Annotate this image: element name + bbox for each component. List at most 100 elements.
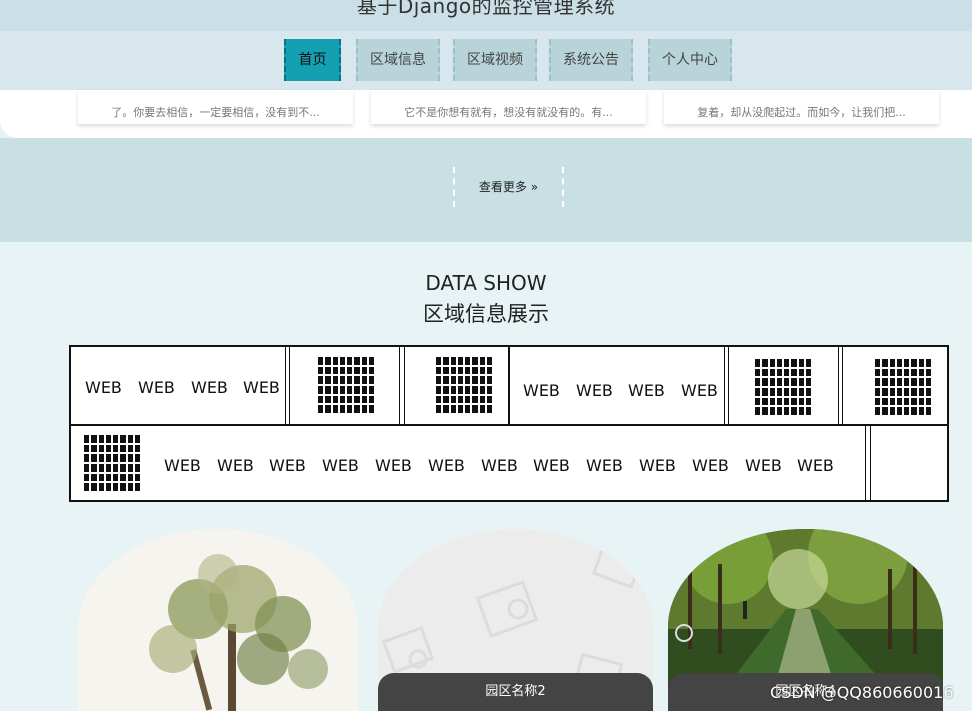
web-label[interactable]: WEB: [586, 456, 623, 475]
web-label[interactable]: WEB: [681, 381, 718, 400]
qr-dot: [911, 387, 917, 396]
qr-dot: [889, 368, 895, 377]
qr-dot: [113, 435, 119, 443]
site-title: 基于Django的监控管理系统: [356, 0, 616, 18]
qr-dot: [368, 385, 374, 394]
web-label[interactable]: WEB: [269, 456, 306, 475]
qr-dot: [465, 366, 471, 375]
qr-dot: [361, 357, 367, 365]
qr-dot: [354, 405, 360, 413]
qr-dot: [332, 395, 338, 404]
qr-dot: [784, 407, 790, 415]
web-label[interactable]: WEB: [217, 456, 254, 475]
qr-dot: [457, 376, 463, 384]
web-label[interactable]: WEB: [797, 456, 834, 475]
web-label[interactable]: WEB: [692, 456, 729, 475]
qr-dot: [98, 444, 104, 453]
qr-code-icon[interactable]: [755, 359, 811, 415]
qr-dot: [479, 405, 485, 413]
web-label[interactable]: WEB: [523, 381, 560, 400]
web-label[interactable]: WEB: [138, 378, 175, 397]
web-label[interactable]: WEB: [243, 378, 280, 397]
qr-dot: [911, 407, 917, 415]
qr-dot: [784, 378, 790, 386]
web-label[interactable]: WEB: [322, 456, 359, 475]
qr-dot: [882, 378, 888, 386]
qr-dot: [91, 463, 97, 472]
qr-dot: [762, 397, 768, 406]
qr-dot: [882, 387, 888, 396]
qr-dot: [354, 395, 360, 404]
qr-dot: [98, 483, 104, 491]
qr-dot: [769, 407, 775, 415]
web-label[interactable]: WEB: [164, 456, 201, 475]
qr-dot: [318, 385, 324, 394]
web-label[interactable]: WEB: [639, 456, 676, 475]
qr-dot: [882, 359, 888, 367]
web-label[interactable]: WEB: [428, 456, 465, 475]
nav-item-region-video[interactable]: 区域视频: [453, 39, 537, 81]
qr-dot: [776, 378, 782, 386]
nav-item-home[interactable]: 首页: [284, 39, 341, 81]
qr-code-icon[interactable]: [84, 435, 140, 491]
qr-dot: [98, 454, 104, 462]
view-more-button[interactable]: 查看更多 »: [453, 167, 564, 207]
qr-dot: [120, 463, 126, 472]
qr-dot: [472, 376, 478, 384]
news-card[interactable]: 了。你要去相信，一定要相信，没有到不...: [78, 90, 353, 124]
qr-dot: [896, 397, 902, 406]
qr-dot: [457, 385, 463, 394]
qr-dot: [925, 359, 931, 367]
qr-dot: [98, 463, 104, 472]
qr-dot: [84, 473, 90, 482]
qr-dot: [98, 435, 104, 443]
web-label[interactable]: WEB: [533, 456, 570, 475]
nav-item-region-info[interactable]: 区域信息: [356, 39, 440, 81]
qr-dot: [354, 385, 360, 394]
qr-dot: [436, 357, 442, 365]
news-card[interactable]: 它不是你想有就有，想没有就没有的。有...: [371, 90, 646, 124]
gallery-card[interactable]: 园区名称2: [378, 529, 653, 711]
qr-dot: [918, 378, 924, 386]
qr-dot: [127, 463, 133, 472]
qr-dot: [127, 444, 133, 453]
tile-border: [870, 426, 871, 502]
qr-dot: [889, 407, 895, 415]
qr-dot: [127, 473, 133, 482]
qr-dot: [875, 407, 881, 415]
web-label[interactable]: WEB: [576, 381, 613, 400]
qr-dot: [896, 368, 902, 377]
nav-item-profile[interactable]: 个人中心: [648, 39, 732, 81]
web-label[interactable]: WEB: [628, 381, 665, 400]
web-label[interactable]: WEB: [375, 456, 412, 475]
qr-dot: [325, 366, 331, 375]
gallery-card[interactable]: [78, 529, 358, 711]
qr-dot: [361, 376, 367, 384]
news-section: 了。你要去相信，一定要相信，没有到不... 它不是你想有就有，想没有就没有的。有…: [0, 90, 972, 138]
qr-dot: [134, 435, 140, 443]
web-label[interactable]: WEB: [191, 378, 228, 397]
qr-code-icon[interactable]: [875, 359, 931, 415]
qr-dot: [105, 454, 111, 462]
qr-dot: [805, 407, 811, 415]
qr-dot: [791, 368, 797, 377]
qr-dot: [769, 378, 775, 386]
web-label[interactable]: WEB: [85, 378, 122, 397]
qr-dot: [896, 378, 902, 386]
nav-item-announcements[interactable]: 系统公告: [549, 39, 633, 81]
qr-dot: [889, 387, 895, 396]
qr-dot: [436, 385, 442, 394]
web-label[interactable]: WEB: [481, 456, 518, 475]
qr-dot: [889, 397, 895, 406]
qr-dot: [120, 483, 126, 491]
web-label[interactable]: WEB: [745, 456, 782, 475]
qr-dot: [325, 357, 331, 365]
qr-dot: [889, 378, 895, 386]
news-card[interactable]: 复着，却从没爬起过。而如今，让我们把...: [664, 90, 939, 124]
qr-code-icon[interactable]: [318, 357, 374, 413]
qr-code-icon[interactable]: [436, 357, 492, 413]
qr-dot: [472, 357, 478, 365]
qr-dot: [762, 368, 768, 377]
qr-dot: [134, 454, 140, 462]
qr-dot: [918, 397, 924, 406]
